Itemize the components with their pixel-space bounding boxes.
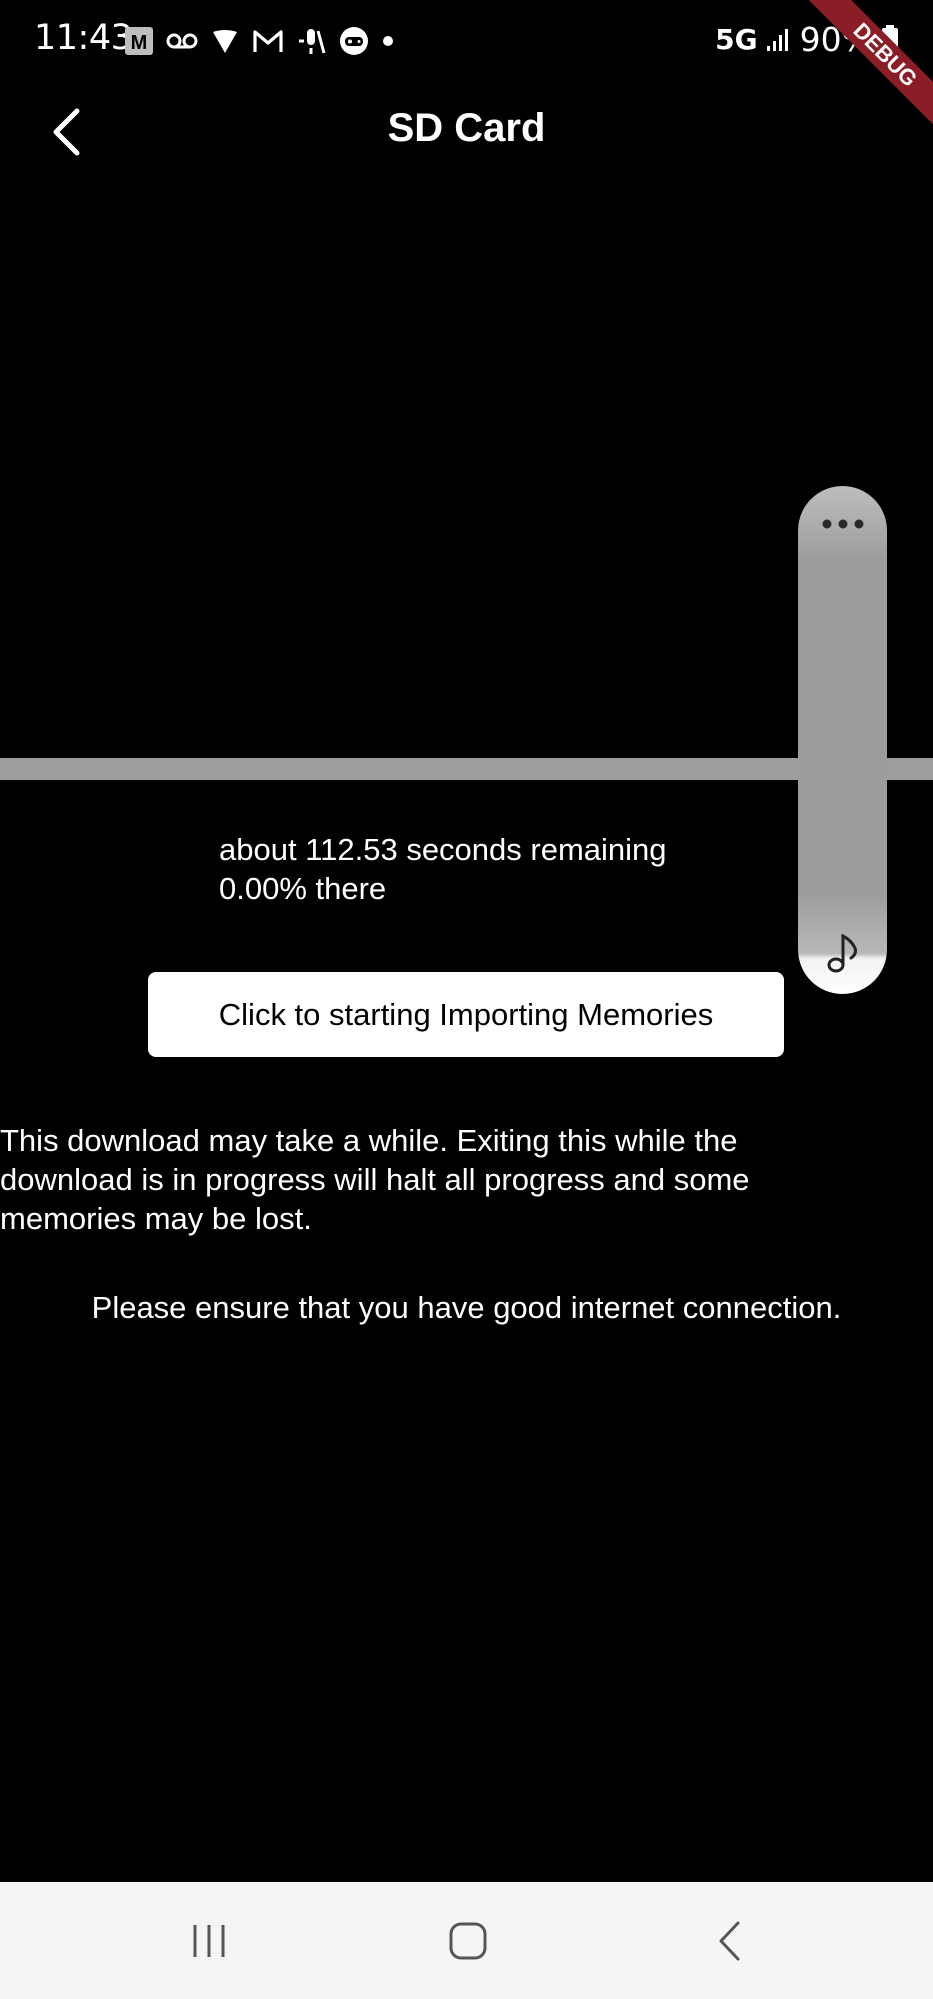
progress-info: about 112.53 seconds remaining 0.00% the… <box>219 830 667 908</box>
mic-off-icon <box>299 29 326 54</box>
music-button[interactable] <box>798 930 887 976</box>
percent-complete-text: 0.00% there <box>219 871 387 906</box>
network-type: 5G <box>715 22 758 56</box>
system-nav-bar <box>0 1882 933 1999</box>
recents-icon <box>193 1924 225 1957</box>
svg-text:M: M <box>131 32 148 54</box>
floating-side-panel[interactable] <box>798 486 887 994</box>
status-bar: 11:43 M 5G 90% <box>0 0 933 82</box>
voicemail-icon <box>166 33 198 49</box>
game-controller-icon <box>340 27 368 55</box>
battery-icon <box>882 25 898 52</box>
heart-shield-icon <box>213 30 237 53</box>
more-options-button[interactable] <box>798 504 887 544</box>
nav-back-button[interactable] <box>670 1882 790 1999</box>
signal-bars-icon <box>766 29 788 51</box>
back-icon <box>719 1921 740 1960</box>
import-progress-bar <box>0 758 933 780</box>
page-title: SD Card <box>387 106 546 150</box>
status-time: 11:43 <box>34 18 133 58</box>
download-warning-text: This download may take a while. Exiting … <box>0 1123 750 1236</box>
music-note-icon <box>827 933 857 973</box>
battery-percent: 90% <box>799 19 873 59</box>
more-horizontal-icon <box>822 519 863 529</box>
notification-icons: M <box>124 22 394 60</box>
status-right: 5G 90% <box>715 18 899 60</box>
gmail-m-icon: M <box>125 27 153 55</box>
start-import-button[interactable]: Click to starting Importing Memories <box>148 972 784 1057</box>
gmail-icon <box>253 30 283 52</box>
app-bar: SD Card <box>0 82 933 182</box>
dot-icon <box>383 36 393 46</box>
internet-connection-note: Please ensure that you have good interne… <box>91 1290 842 1325</box>
time-remaining-text: about 112.53 seconds remaining <box>219 832 667 867</box>
home-button[interactable] <box>408 1882 528 1999</box>
recents-button[interactable] <box>149 1882 269 1999</box>
home-icon <box>449 1922 487 1959</box>
